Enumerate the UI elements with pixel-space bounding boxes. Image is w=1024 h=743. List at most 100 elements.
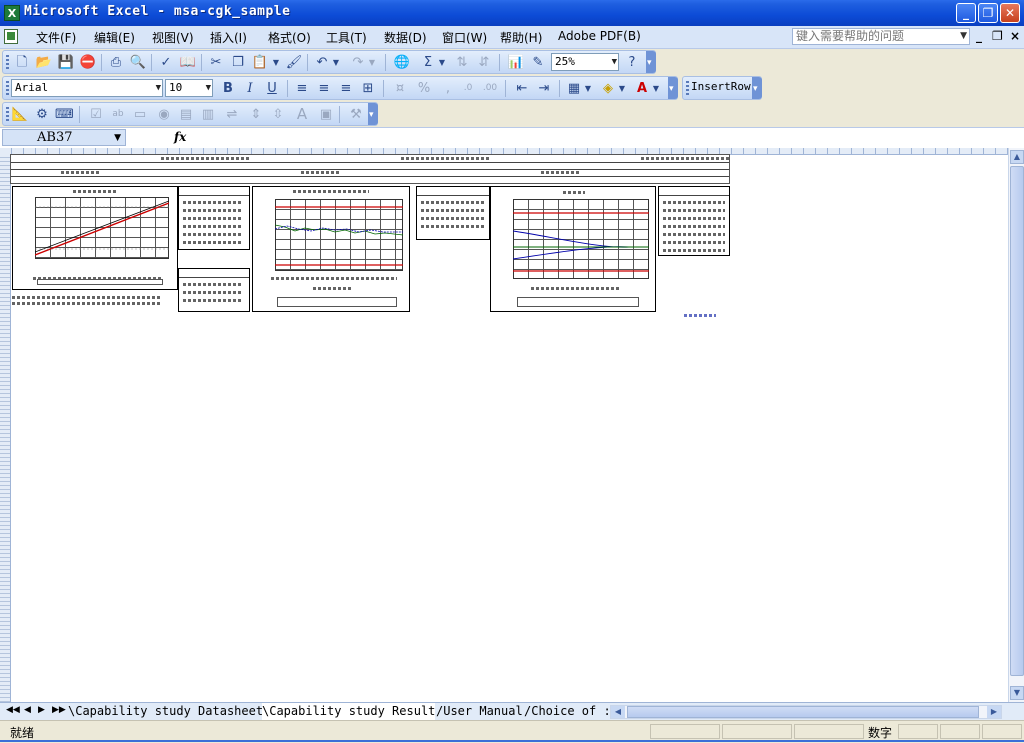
- row-headers[interactable]: [0, 154, 11, 702]
- view-code-icon[interactable]: ⌨: [55, 106, 74, 123]
- more-controls-icon[interactable]: ⚒: [347, 106, 365, 123]
- cut-icon[interactable]: ✂: [207, 54, 225, 71]
- permission-icon[interactable]: ⛔: [79, 54, 97, 71]
- formula-input[interactable]: [190, 129, 1022, 146]
- chevron-down-icon[interactable]: ▼: [206, 80, 211, 96]
- chevron-down-icon[interactable]: ▼: [156, 80, 161, 96]
- redo-icon[interactable]: ↷: [349, 54, 367, 71]
- worksheet-grid[interactable]: [0, 148, 1008, 702]
- menu-insert[interactable]: 插入(I): [210, 29, 247, 46]
- footer-link-text[interactable]: [684, 314, 716, 317]
- spin-icon[interactable]: ⇕: [247, 106, 265, 123]
- next-sheet-icon[interactable]: ▶: [38, 705, 45, 715]
- chevron-down-icon[interactable]: ▼: [583, 80, 593, 97]
- italic-icon[interactable]: I: [241, 80, 259, 97]
- sort-asc-icon[interactable]: ⇅: [453, 54, 471, 71]
- chevron-down-icon[interactable]: ▼: [960, 29, 967, 44]
- checkbox-icon[interactable]: ☑: [87, 106, 105, 123]
- workbook-icon[interactable]: [4, 29, 18, 44]
- last-sheet-icon[interactable]: ▶▶: [52, 705, 66, 715]
- undo-icon[interactable]: ↶: [313, 54, 331, 71]
- bold-icon[interactable]: B: [219, 80, 237, 97]
- print-preview-icon[interactable]: 🔍: [129, 54, 147, 71]
- first-sheet-icon[interactable]: ◀◀: [6, 705, 20, 715]
- vertical-scroll-thumb[interactable]: [1010, 166, 1024, 676]
- toolbar-options-icon[interactable]: [668, 77, 678, 99]
- zoom-select[interactable]: 25% ▼: [551, 53, 619, 71]
- underline-icon[interactable]: U: [263, 80, 281, 97]
- scroll-down-icon[interactable]: ▼: [1010, 686, 1024, 700]
- chevron-down-icon[interactable]: ▼: [367, 54, 377, 71]
- vertical-scrollbar[interactable]: ▲ ▼: [1008, 148, 1024, 702]
- increase-indent-icon[interactable]: ⇥: [535, 80, 553, 97]
- menu-data[interactable]: 数据(D): [384, 29, 427, 46]
- save-icon[interactable]: 💾: [57, 54, 75, 71]
- scroll-up-icon[interactable]: ▲: [1010, 150, 1024, 164]
- borders-icon[interactable]: ▦: [565, 80, 583, 97]
- tab-choice-of[interactable]: /Choice of :: [524, 703, 611, 720]
- close-button[interactable]: ✕: [1000, 3, 1020, 23]
- prev-sheet-icon[interactable]: ◀: [24, 705, 31, 715]
- chevron-down-icon[interactable]: ▼: [651, 80, 661, 97]
- doc-close-button[interactable]: ×: [1010, 29, 1020, 43]
- combobox-icon[interactable]: ▥: [199, 106, 217, 123]
- hyperlink-icon[interactable]: 🌐: [393, 54, 411, 71]
- toolbar-grip[interactable]: [6, 81, 9, 95]
- font-color-icon[interactable]: A: [633, 80, 651, 97]
- data-table-1[interactable]: [178, 186, 250, 250]
- name-box[interactable]: AB37 ▼: [2, 129, 126, 146]
- fill-color-icon[interactable]: ◈: [599, 80, 617, 97]
- toggle-icon[interactable]: ⇌: [223, 106, 241, 123]
- chevron-down-icon[interactable]: ▼: [331, 54, 341, 71]
- toolbar-grip[interactable]: [6, 55, 9, 69]
- chevron-down-icon[interactable]: ▼: [114, 131, 121, 146]
- scrollbar-icon[interactable]: ⇳: [269, 106, 287, 123]
- menu-file[interactable]: 文件(F): [36, 29, 76, 46]
- toolbar-options-icon[interactable]: [752, 77, 762, 99]
- data-table-3[interactable]: [416, 186, 490, 240]
- menu-window[interactable]: 窗口(W): [442, 29, 487, 46]
- merge-center-icon[interactable]: ⊞: [359, 80, 377, 97]
- toolbar-options-icon[interactable]: [646, 51, 656, 73]
- decrease-decimal-icon[interactable]: .00: [481, 80, 499, 97]
- open-icon[interactable]: 📂: [35, 54, 53, 71]
- tab-capability-datasheet[interactable]: \Capability study Datasheet: [68, 703, 263, 720]
- design-mode-icon[interactable]: 📐: [11, 106, 29, 123]
- font-name-select[interactable]: Arial ▼: [11, 79, 163, 97]
- tab-capability-result[interactable]: \Capability study Result: [262, 703, 436, 721]
- minimize-button[interactable]: _: [956, 3, 976, 23]
- doc-restore-button[interactable]: ❐: [992, 29, 1003, 43]
- button-icon[interactable]: ▭: [131, 106, 149, 123]
- label-icon[interactable]: A: [293, 106, 311, 123]
- autosum-icon[interactable]: Σ: [419, 54, 437, 71]
- horizontal-scrollbar[interactable]: ◀ ▶: [610, 705, 1002, 719]
- restore-button[interactable]: ❐: [978, 3, 998, 23]
- doc-minimize-button[interactable]: _: [976, 29, 982, 43]
- chart-wizard-icon[interactable]: 📊: [507, 54, 525, 71]
- scroll-left-icon[interactable]: ◀: [611, 706, 625, 718]
- data-table-4[interactable]: [658, 186, 730, 256]
- comma-icon[interactable]: ,: [439, 80, 457, 97]
- measurement-chart[interactable]: [252, 186, 410, 312]
- option-icon[interactable]: ◉: [155, 106, 173, 123]
- help-icon[interactable]: ?: [623, 54, 641, 71]
- data-table-2[interactable]: [178, 268, 250, 312]
- currency-icon[interactable]: ¤: [391, 80, 409, 97]
- copy-icon[interactable]: ❐: [229, 54, 247, 71]
- menu-format[interactable]: 格式(O): [268, 29, 311, 46]
- align-right-icon[interactable]: ≡: [337, 80, 355, 97]
- menu-help[interactable]: 帮助(H): [500, 29, 542, 46]
- chevron-down-icon[interactable]: ▼: [612, 54, 617, 70]
- chevron-down-icon[interactable]: ▼: [437, 54, 447, 71]
- format-painter-icon[interactable]: 🖌: [285, 54, 303, 71]
- align-left-icon[interactable]: ≡: [293, 80, 311, 97]
- percent-icon[interactable]: %: [415, 80, 433, 97]
- new-icon[interactable]: 🗋: [13, 54, 31, 71]
- toolbar-grip[interactable]: [686, 81, 689, 95]
- scroll-right-icon[interactable]: ▶: [987, 706, 1001, 718]
- horizontal-scroll-thumb[interactable]: [627, 706, 979, 718]
- properties-icon[interactable]: ⚙: [33, 106, 51, 123]
- help-search-input[interactable]: 键入需要帮助的问题 ▼: [792, 28, 970, 45]
- listbox-icon[interactable]: ▤: [177, 106, 195, 123]
- menu-view[interactable]: 视图(V): [152, 29, 194, 46]
